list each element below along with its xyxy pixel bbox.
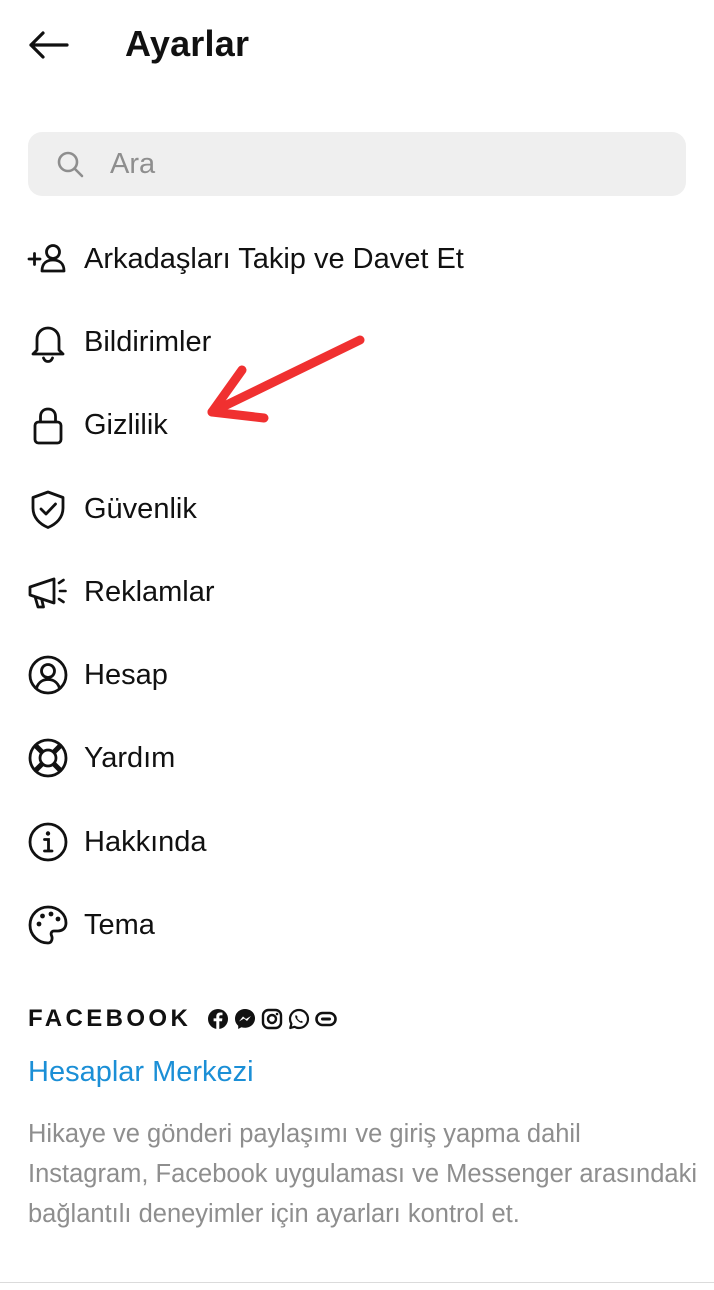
bottom-divider xyxy=(0,1282,714,1283)
instagram-icon xyxy=(261,1008,283,1030)
account-circle-icon xyxy=(26,653,70,697)
info-icon xyxy=(26,820,70,864)
accounts-center-link[interactable]: Hesaplar Merkezi xyxy=(28,1052,254,1092)
menu-item-label: Arkadaşları Takip ve Davet Et xyxy=(84,242,464,275)
search-bar[interactable] xyxy=(28,132,686,196)
palette-icon xyxy=(26,903,70,947)
menu-item-label: Reklamlar xyxy=(84,575,215,608)
shield-check-icon xyxy=(26,487,70,531)
arrow-left-icon xyxy=(29,31,69,59)
menu-item-about[interactable]: Hakkında xyxy=(0,800,714,883)
settings-menu: Arkadaşları Takip ve Davet Et Bildirimle… xyxy=(0,217,714,967)
menu-item-theme[interactable]: Tema xyxy=(0,883,714,966)
menu-item-label: Hakkında xyxy=(84,825,207,858)
back-button[interactable] xyxy=(22,22,74,68)
facebook-brand-row: FACEBOOK xyxy=(28,1003,338,1035)
menu-item-follow-invite[interactable]: Arkadaşları Takip ve Davet Et xyxy=(0,217,714,300)
menu-item-privacy[interactable]: Gizlilik xyxy=(0,384,714,467)
menu-item-label: Hesap xyxy=(84,659,168,692)
menu-item-help[interactable]: Yardım xyxy=(0,717,714,800)
menu-item-label: Bildirimler xyxy=(84,325,212,358)
facebook-wordmark: FACEBOOK xyxy=(28,1005,192,1032)
menu-item-label: Tema xyxy=(84,909,155,942)
menu-item-security[interactable]: Güvenlik xyxy=(0,467,714,550)
facebook-icon xyxy=(207,1008,229,1030)
search-input[interactable] xyxy=(110,132,670,196)
menu-item-ads[interactable]: Reklamlar xyxy=(0,550,714,633)
menu-item-label: Güvenlik xyxy=(84,492,197,525)
top-app-bar: Ayarlar xyxy=(0,0,714,90)
meta-app-icons xyxy=(207,1008,338,1030)
menu-item-label: Yardım xyxy=(84,742,176,775)
bell-icon xyxy=(26,320,70,364)
lifebuoy-icon xyxy=(26,736,70,780)
search-icon xyxy=(57,151,84,178)
menu-item-account[interactable]: Hesap xyxy=(0,633,714,716)
add-person-icon xyxy=(26,237,70,281)
messenger-icon xyxy=(234,1008,256,1030)
menu-item-notifications[interactable]: Bildirimler xyxy=(0,300,714,383)
page-title: Ayarlar xyxy=(125,23,250,64)
menu-item-label: Gizlilik xyxy=(84,409,168,442)
lock-icon xyxy=(26,403,70,447)
accounts-center-description: Hikaye ve gönderi paylaşımı ve giriş yap… xyxy=(28,1120,698,1228)
megaphone-icon xyxy=(26,570,70,614)
portal-icon xyxy=(315,1008,338,1030)
whatsapp-icon xyxy=(288,1008,310,1030)
